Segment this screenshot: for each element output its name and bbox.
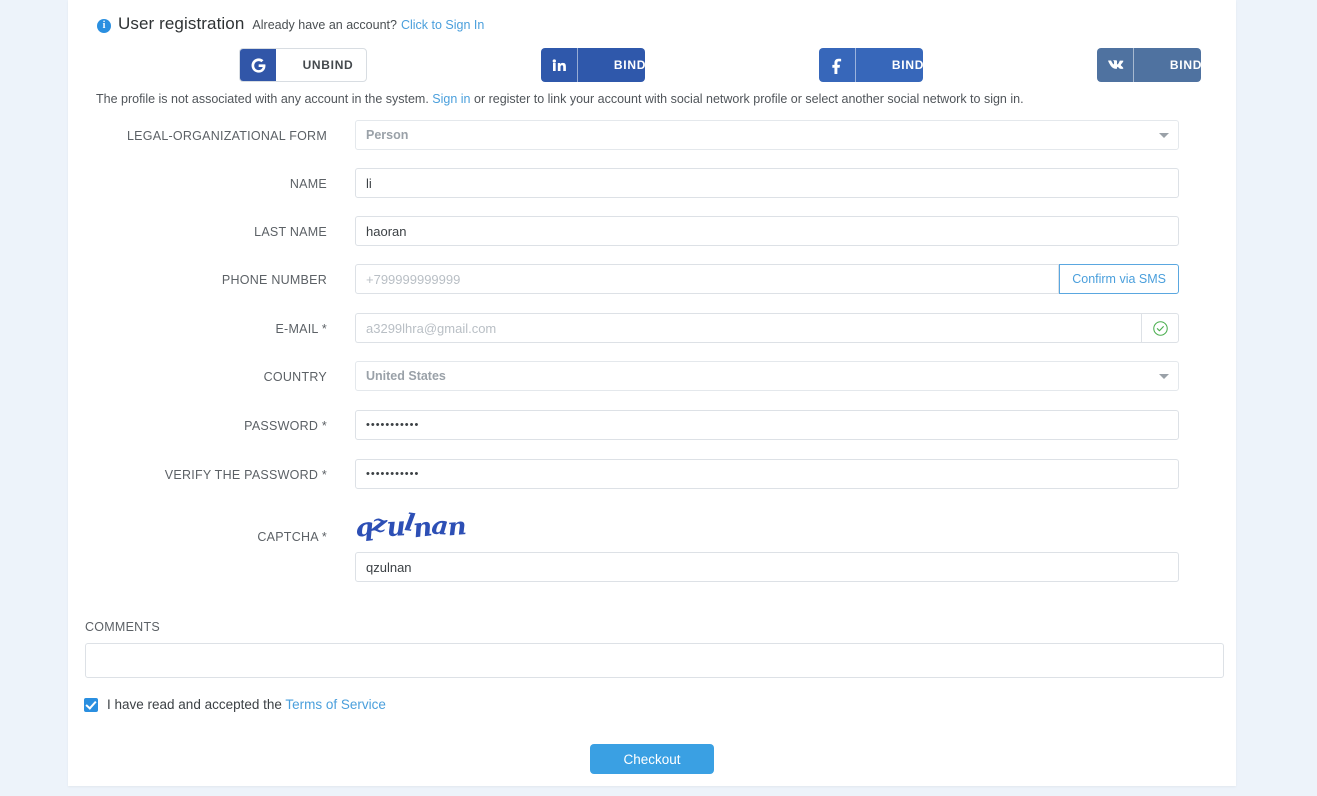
notice-sign-in-link[interactable]: Sign in <box>432 92 470 106</box>
comments-section: COMMENTS <box>85 620 1240 683</box>
name-control <box>355 168 1179 198</box>
notice-text-end: or register to link your account with so… <box>470 92 1024 106</box>
field-row-last-name: LAST NAME <box>68 216 1236 264</box>
confirm-via-sms-button[interactable]: Confirm via SMS <box>1059 264 1179 294</box>
verify-password-control <box>355 459 1179 489</box>
registration-card: i User registration Already have an acco… <box>68 0 1236 786</box>
comments-textarea[interactable] <box>85 643 1224 678</box>
terms-label: I have read and accepted the Terms of Se… <box>107 697 386 712</box>
name-input[interactable] <box>355 168 1179 198</box>
phone-control: Confirm via SMS <box>355 264 1179 294</box>
notice-text-start: The profile is not associated with any a… <box>96 92 433 106</box>
field-row-phone: PHONE NUMBER Confirm via SMS <box>68 264 1236 313</box>
check-circle-icon <box>1152 320 1168 336</box>
vk-icon <box>1097 48 1134 82</box>
field-row-email: E-MAIL * <box>68 313 1236 361</box>
email-control <box>355 313 1179 343</box>
verify-password-input[interactable] <box>355 459 1179 489</box>
social-button-vk[interactable]: BIND <box>1097 48 1201 82</box>
phone-label: PHONE NUMBER <box>221 273 327 287</box>
social-button-linkedin[interactable]: BIND <box>541 48 645 82</box>
google-icon <box>240 49 276 81</box>
social-button-facebook-label: BIND <box>891 58 923 72</box>
field-row-country: COUNTRY United States <box>68 361 1236 410</box>
sign-in-link[interactable]: Click to Sign In <box>401 18 484 32</box>
captcha-input[interactable] <box>355 552 1179 582</box>
legal-form-label: LEGAL-ORGANIZATIONAL FORM <box>126 129 327 143</box>
field-row-captcha: CAPTCHA * qzulnan <box>68 508 1236 582</box>
page-root: i User registration Already have an acco… <box>0 0 1317 796</box>
last-name-input[interactable] <box>355 216 1179 246</box>
field-row-legal-form: LEGAL-ORGANIZATIONAL FORM Person <box>68 120 1236 168</box>
terms-row: I have read and accepted the Terms of Se… <box>84 697 386 712</box>
phone-input[interactable] <box>355 264 1060 294</box>
page-title: User registration <box>118 14 245 33</box>
field-row-name: NAME <box>68 168 1236 216</box>
social-button-google-label: UNBIND <box>302 58 354 72</box>
terms-text: I have read and accepted the <box>107 697 286 712</box>
registration-form: LEGAL-ORGANIZATIONAL FORM Person NAME LA… <box>68 120 1236 582</box>
password-label: PASSWORD * <box>244 419 327 433</box>
social-button-google[interactable]: UNBIND <box>239 48 367 82</box>
page-header: i User registration Already have an acco… <box>97 14 484 34</box>
social-button-linkedin-label: BIND <box>613 58 645 72</box>
terms-checkbox[interactable] <box>84 697 98 712</box>
name-label: NAME <box>289 177 327 191</box>
legal-form-select[interactable]: Person <box>355 120 1179 150</box>
profile-notice: The profile is not associated with any a… <box>96 92 1024 106</box>
linkedin-icon <box>541 48 578 82</box>
password-control <box>355 410 1179 440</box>
social-bind-row: UNBIND BIND BIND BIND <box>97 48 1207 84</box>
password-input[interactable] <box>355 410 1179 440</box>
email-valid-indicator <box>1141 313 1179 343</box>
email-input[interactable] <box>355 313 1141 343</box>
country-label: COUNTRY <box>263 370 327 384</box>
info-icon: i <box>97 19 111 33</box>
captcha-control: qzulnan <box>353 507 1179 582</box>
checkout-button[interactable]: Checkout <box>590 744 714 774</box>
field-row-verify-password: VERIFY THE PASSWORD * <box>68 459 1236 508</box>
terms-of-service-link[interactable]: Terms of Service <box>285 697 386 712</box>
header-subtitle: Already have an account? <box>252 18 397 32</box>
field-row-password: PASSWORD * <box>68 410 1236 459</box>
legal-form-control: Person <box>355 120 1179 150</box>
captcha-image[interactable]: qzulnan <box>353 507 1179 544</box>
email-label: E-MAIL * <box>275 322 327 336</box>
country-control: United States <box>355 361 1179 391</box>
last-name-label: LAST NAME <box>254 225 327 239</box>
social-button-facebook[interactable]: BIND <box>819 48 923 82</box>
social-button-vk-label: BIND <box>1169 58 1201 72</box>
facebook-icon <box>819 48 856 82</box>
country-select[interactable]: United States <box>355 361 1179 391</box>
verify-password-label: VERIFY THE PASSWORD * <box>164 468 327 482</box>
last-name-control <box>355 216 1179 246</box>
checkout-section: Checkout <box>68 744 1236 774</box>
captcha-image-text: qzulnan <box>353 507 467 544</box>
comments-label: COMMENTS <box>85 620 160 634</box>
captcha-label: CAPTCHA * <box>257 530 327 544</box>
